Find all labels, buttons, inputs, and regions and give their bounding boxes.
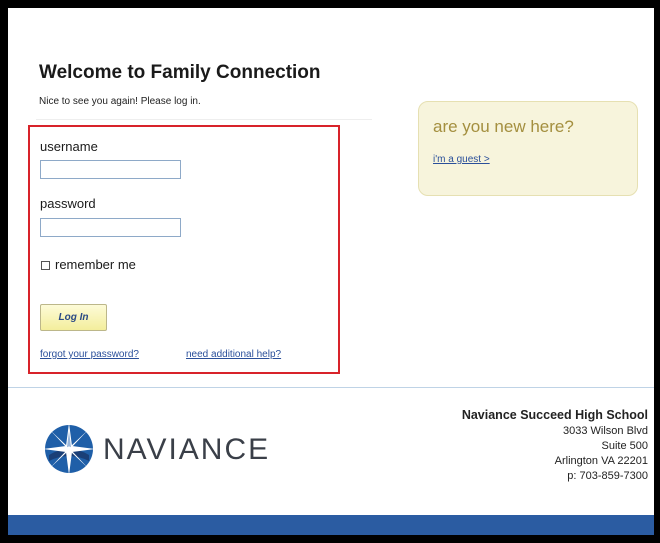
remember-me-label[interactable]: remember me bbox=[55, 257, 136, 272]
school-name: Naviance Succeed High School bbox=[461, 408, 648, 422]
password-label: password bbox=[40, 196, 96, 211]
footer-accent-bar bbox=[8, 515, 654, 535]
login-button[interactable]: Log In bbox=[40, 304, 107, 331]
username-input[interactable] bbox=[40, 160, 181, 179]
address-line-1: 3033 Wilson Blvd bbox=[563, 425, 648, 437]
address-line-2: Suite 500 bbox=[601, 440, 648, 452]
username-label: username bbox=[40, 139, 98, 154]
new-user-title: are you new here? bbox=[433, 117, 574, 136]
guest-link[interactable]: i'm a guest > bbox=[433, 154, 490, 165]
naviance-wordmark: NAVIANCE bbox=[103, 433, 271, 466]
school-phone: p: 703-859-7300 bbox=[567, 470, 648, 482]
help-link[interactable]: need additional help? bbox=[186, 349, 281, 360]
password-input[interactable] bbox=[40, 218, 181, 237]
page-frame: Welcome to Family Connection Nice to see… bbox=[8, 8, 654, 535]
naviance-compass-logo-icon bbox=[43, 423, 95, 475]
forgot-password-link[interactable]: forgot your password? bbox=[40, 349, 139, 360]
footer-divider bbox=[8, 387, 654, 388]
new-user-panel: are you new here? i'm a guest > bbox=[418, 101, 638, 196]
school-address-block: Naviance Succeed High School 3033 Wilson… bbox=[462, 407, 648, 484]
page-title: Welcome to Family Connection bbox=[39, 62, 321, 83]
page-subtitle: Nice to see you again! Please log in. bbox=[39, 96, 201, 107]
header-divider bbox=[36, 119, 372, 120]
address-line-3: Arlington VA 22201 bbox=[554, 455, 648, 467]
remember-me-checkbox[interactable] bbox=[41, 261, 50, 270]
